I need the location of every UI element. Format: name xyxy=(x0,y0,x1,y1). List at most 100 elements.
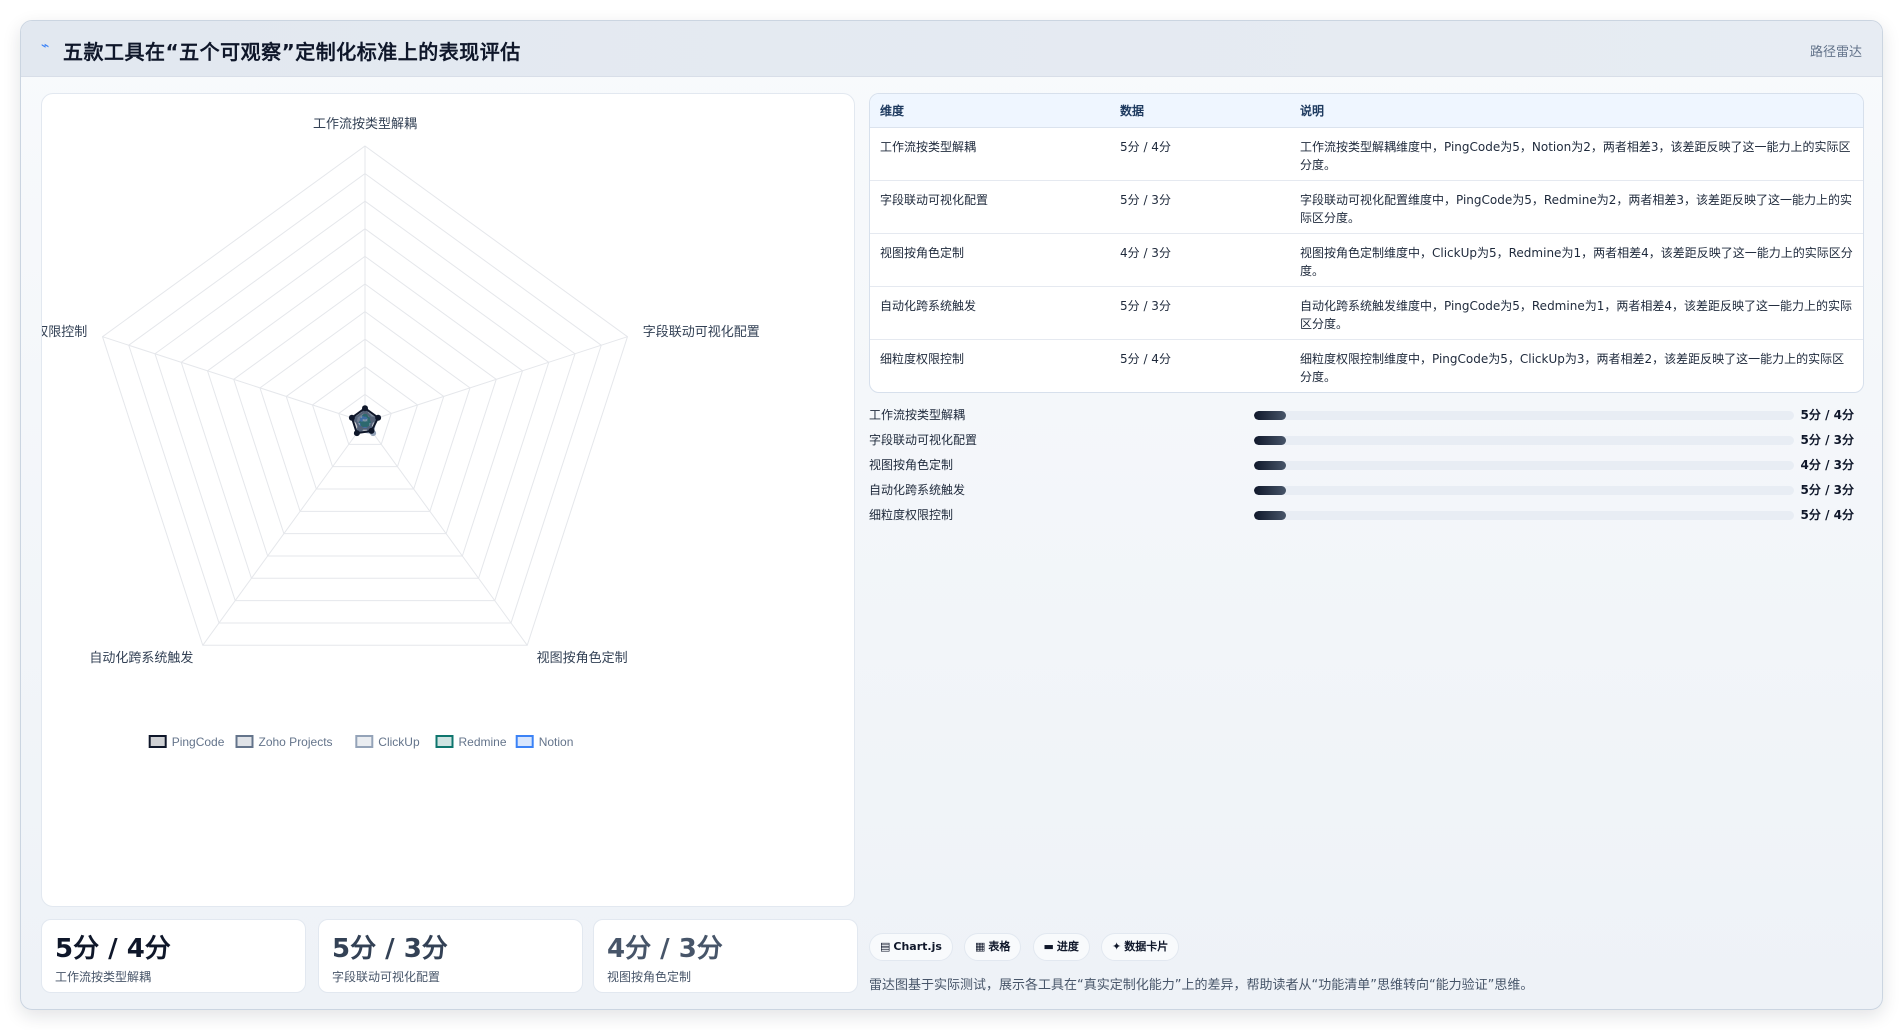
chip-label: 数据卡片 xyxy=(1124,940,1169,953)
radar-spoke xyxy=(364,336,628,423)
table-row: 细粒度权限控制 5分 / 4分 细粒度权限控制维度中，PingCode为5，Cl… xyxy=(870,339,1863,392)
radar-axis-label: 视图按角色定制 xyxy=(537,650,628,666)
card-icon: ✦ xyxy=(1112,940,1122,953)
stat-card: 5分 / 3分 字段联动可视化配置 xyxy=(318,919,583,993)
series-point xyxy=(348,414,355,421)
progress-fill xyxy=(1254,461,1287,470)
cell-description: 细粒度权限控制维度中，PingCode为5，ClickUp为3，两者相差2，该差… xyxy=(1300,351,1845,384)
cell-dimension: 工作流按类型解耦 xyxy=(870,127,1110,181)
chip-progress[interactable]: ▬ 进度 xyxy=(1032,933,1090,961)
legend-swatch xyxy=(355,735,374,748)
header-dimension: 维度 xyxy=(870,94,1110,128)
series-point xyxy=(375,414,382,421)
progress-row: 字段联动可视化配置 5分 / 3分 xyxy=(869,428,1864,453)
progress-fill xyxy=(1254,511,1287,520)
radar-axis-label: 细粒度权限控制 xyxy=(42,324,87,340)
chip-label: 表格 xyxy=(988,940,1011,953)
progress-label: 字段联动可视化配置 xyxy=(869,433,978,447)
progress-value: 5分 / 3分 xyxy=(1800,483,1854,497)
legend-label: ClickUp xyxy=(378,735,420,749)
data-table-container: 维度 数据 说明 工作流按类型解耦 5分 / 4分 工作流按类型解耦维度中，Pi… xyxy=(869,93,1864,393)
cell-description: 工作流按类型解耦维度中，PingCode为5，Notion为2，两者相差3，该差… xyxy=(1290,127,1863,181)
tech-chips: ▤ Chart.js ▦ 表格 ▬ 进度 ✦ 数据卡片 xyxy=(869,933,1185,963)
table-icon: ▦ xyxy=(975,940,986,953)
radar-icon: ⌁ xyxy=(41,38,50,54)
header-data: 数据 xyxy=(1110,94,1290,128)
progress-row: 视图按角色定制 4分 / 3分 xyxy=(869,453,1864,478)
header-tag: 路径雷达 xyxy=(1809,45,1862,60)
cell-data: 5分 / 4分 xyxy=(1110,127,1290,181)
radar-axis-label: 自动化跨系统触发 xyxy=(89,650,193,666)
progress-track xyxy=(1254,511,1794,520)
radar-axis-label: 字段联动可视化配置 xyxy=(643,325,760,340)
table-row: 自动化跨系统触发 5分 / 3分 自动化跨系统触发维度中，PingCode为5，… xyxy=(870,286,1863,340)
cell-description: 字段联动可视化配置维度中，PingCode为5，Redmine为2，两者相差3，… xyxy=(1290,180,1863,234)
footnote: 雷达图基于实际测试，展示各工具在“真实定制化能力”上的差异，帮助读者从“功能清单… xyxy=(869,978,1534,993)
cell-dimension: 自动化跨系统触发 xyxy=(870,286,1110,340)
progress-row: 自动化跨系统触发 5分 / 3分 xyxy=(869,478,1864,503)
progress-value: 5分 / 3分 xyxy=(1800,433,1854,447)
chip-data-card[interactable]: ✦ 数据卡片 xyxy=(1101,933,1180,961)
legend-label: PingCode xyxy=(172,735,225,749)
chip-table[interactable]: ▦ 表格 xyxy=(964,933,1022,961)
legend-swatch xyxy=(148,735,167,748)
cell-dimension: 细粒度权限控制 xyxy=(880,351,965,366)
radar-axis-label: 工作流按类型解耦 xyxy=(313,117,417,132)
stat-value: 5分 / 3分 xyxy=(332,934,448,964)
chip-label: 进度 xyxy=(1056,940,1079,953)
table-header-row: 维度 数据 说明 xyxy=(870,94,1863,128)
chip-chartjs[interactable]: ▤ Chart.js xyxy=(869,933,953,961)
progress-label: 自动化跨系统触发 xyxy=(869,483,966,497)
stat-label: 字段联动可视化配置 xyxy=(332,970,441,984)
progress-fill xyxy=(1254,411,1287,420)
legend-swatch xyxy=(235,735,254,748)
cell-dimension: 字段联动可视化配置 xyxy=(870,180,1110,234)
stat-card: 5分 / 4分 工作流按类型解耦 xyxy=(41,919,306,993)
cell-data: 5分 / 4分 xyxy=(1120,351,1171,366)
stat-card: 4分 / 3分 视图按角色定制 xyxy=(593,919,858,993)
progress-track xyxy=(1254,436,1794,445)
series-point xyxy=(362,405,368,412)
legend-label: Redmine xyxy=(459,735,507,749)
stat-label: 工作流按类型解耦 xyxy=(55,970,152,984)
data-table: 维度 数据 说明 工作流按类型解耦 5分 / 4分 工作流按类型解耦维度中，Pi… xyxy=(870,94,1863,392)
progress-track xyxy=(1254,486,1794,495)
page-title: 五款工具在“五个可观察”定制化标准上的表现评估 xyxy=(63,40,521,64)
header-description: 说明 xyxy=(1290,94,1863,128)
table-row: 字段联动可视化配置 5分 / 3分 字段联动可视化配置维度中，PingCode为… xyxy=(870,180,1863,234)
report-card: ⌁ 五款工具在“五个可观察”定制化标准上的表现评估 路径雷达 工作流按类型解耦字… xyxy=(20,20,1883,1010)
progress-label: 细粒度权限控制 xyxy=(869,508,954,522)
cell-description: 自动化跨系统触发维度中，PingCode为5，Redmine为1，两者相差4，该… xyxy=(1290,286,1863,340)
progress-fill xyxy=(1254,436,1287,445)
progress-track xyxy=(1254,411,1794,420)
stat-value: 4分 / 3分 xyxy=(607,934,723,964)
progress-row: 工作流按类型解耦 5分 / 4分 xyxy=(869,403,1864,428)
chart-icon: ▤ xyxy=(880,940,891,953)
cell-description: 视图按角色定制维度中，ClickUp为5，Redmine为1，两者相差4，该差距… xyxy=(1290,233,1863,287)
legend-label: Zoho Projects xyxy=(259,735,333,749)
cell-dimension: 视图按角色定制 xyxy=(870,233,1110,287)
radar-spoke xyxy=(102,336,366,423)
legend-swatch xyxy=(515,735,534,748)
radar-chart-panel: 工作流按类型解耦字段联动可视化配置视图按角色定制 自动化跨系统触发 细粒度权限控制 P… xyxy=(41,93,855,907)
table-row: 工作流按类型解耦 5分 / 4分 工作流按类型解耦维度中，PingCode为5，… xyxy=(870,127,1863,181)
cell-data: 5分 / 3分 xyxy=(1110,180,1290,234)
table-row: 视图按角色定制 4分 / 3分 视图按角色定制维度中，ClickUp为5，Red… xyxy=(870,233,1863,287)
chip-label: Chart.js xyxy=(893,940,942,953)
cell-data: 5分 / 3分 xyxy=(1110,286,1290,340)
cell-data: 4分 / 3分 xyxy=(1110,233,1290,287)
progress-row: 细粒度权限控制 5分 / 4分 xyxy=(869,503,1864,528)
progress-list: 工作流按类型解耦 5分 / 4分 字段联动可视化配置 5分 / 3分 视图按角色… xyxy=(869,403,1864,528)
progress-icon: ▬ xyxy=(1043,940,1054,953)
legend-label: Notion xyxy=(539,735,574,749)
series-point xyxy=(368,427,375,434)
progress-fill xyxy=(1254,486,1287,495)
stat-label: 视图按角色定制 xyxy=(607,970,692,984)
radar-chart: 工作流按类型解耦字段联动可视化配置视图按角色定制 自动化跨系统触发 细粒度权限控制 P… xyxy=(42,117,760,749)
stat-value: 5分 / 4分 xyxy=(55,934,171,964)
progress-value: 5分 / 4分 xyxy=(1800,408,1854,422)
progress-value: 5分 / 4分 xyxy=(1800,508,1854,522)
progress-label: 工作流按类型解耦 xyxy=(869,408,966,422)
header-bar: ⌁ 五款工具在“五个可观察”定制化标准上的表现评估 路径雷达 xyxy=(21,21,1882,77)
progress-track xyxy=(1254,461,1794,470)
